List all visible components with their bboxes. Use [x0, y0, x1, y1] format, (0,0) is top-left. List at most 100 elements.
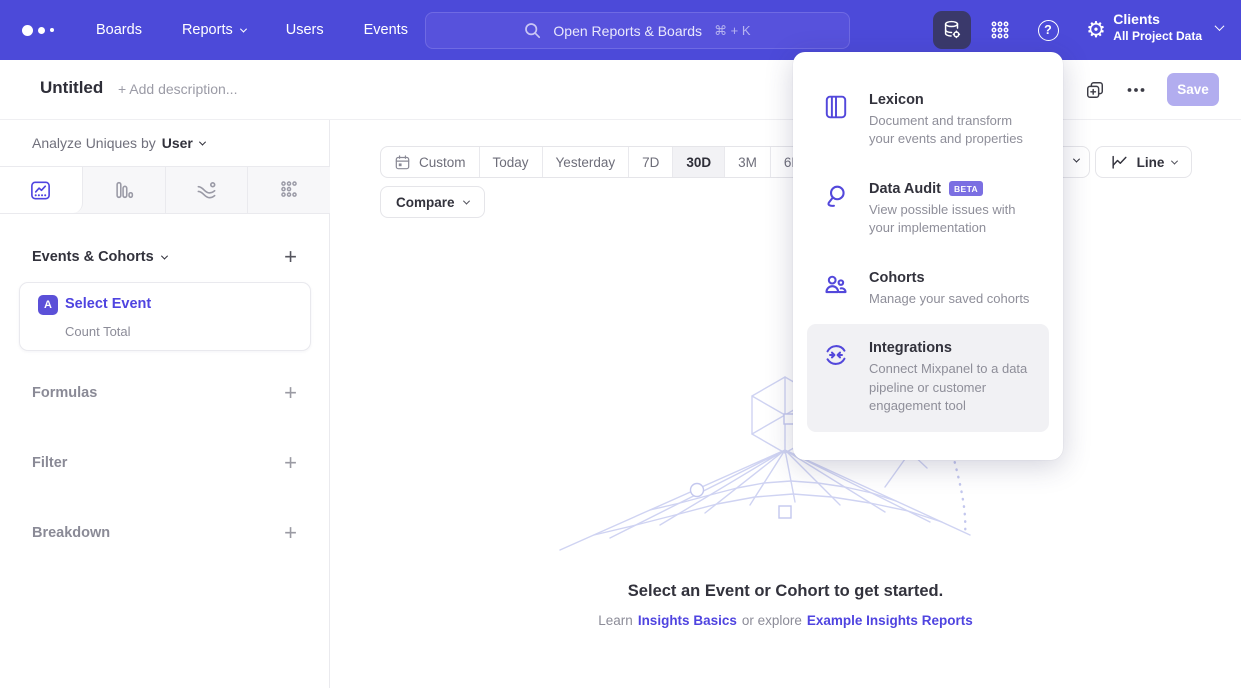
- event-aggregation-label[interactable]: Count Total: [65, 324, 131, 339]
- help-button[interactable]: ?: [1029, 11, 1067, 49]
- project-switcher[interactable]: Clients All Project Data: [1113, 11, 1223, 44]
- nav-label: Users: [286, 22, 324, 38]
- breakdown-label: Breakdown: [32, 525, 110, 541]
- add-description-field[interactable]: + Add description...: [118, 81, 237, 97]
- grid-icon: [989, 19, 1011, 41]
- select-event-label[interactable]: Select Event: [65, 296, 151, 312]
- date-range-7d[interactable]: 7D: [629, 147, 673, 177]
- menu-item-data-audit[interactable]: Data Audit BETA View possible issues wit…: [807, 165, 1049, 254]
- date-range-label: Custom: [419, 155, 466, 170]
- analyze-row: Analyze Uniques by User: [32, 135, 205, 151]
- apps-grid-button[interactable]: [981, 11, 1019, 49]
- menu-item-title: Integrations: [869, 340, 952, 356]
- nav-item-events[interactable]: Events: [364, 22, 408, 38]
- date-range-label: Today: [493, 155, 529, 170]
- nav-item-users[interactable]: Users: [286, 22, 324, 38]
- report-title[interactable]: Untitled: [40, 78, 103, 98]
- chevron-down-icon: [462, 197, 469, 204]
- help-icon: ?: [1038, 20, 1059, 41]
- duplicate-icon: [1085, 80, 1105, 100]
- tab-insights-line[interactable]: [0, 167, 83, 213]
- top-navigation-bar: Boards Reports Users Events Open Reports…: [0, 0, 1241, 60]
- tab-bar-chart[interactable]: [83, 167, 166, 213]
- calendar-icon: [394, 154, 411, 171]
- database-gear-icon: [941, 19, 963, 41]
- date-range-label: Yesterday: [556, 155, 616, 170]
- mixpanel-logo[interactable]: [22, 25, 54, 36]
- analyze-label: Analyze Uniques by: [32, 135, 156, 151]
- chart-area: Custom Today Yesterday 7D 30D 3M 6M Comp…: [330, 120, 1241, 688]
- global-search-input[interactable]: Open Reports & Boards ⌘ + K: [425, 12, 850, 49]
- more-options-button[interactable]: [1127, 87, 1145, 93]
- ellipsis-icon: [1127, 87, 1145, 93]
- nav-label: Events: [364, 22, 408, 38]
- beta-badge: BETA: [949, 181, 983, 196]
- nav-item-boards[interactable]: Boards: [96, 22, 142, 38]
- empty-state-subtitle: Learn Insights Basics or explore Example…: [330, 613, 1241, 628]
- events-cohorts-dropdown[interactable]: Events & Cohorts: [32, 249, 167, 265]
- primary-nav: Boards Reports Users Events: [96, 22, 408, 38]
- menu-item-description: Connect Mixpanel to a data pipeline or c…: [869, 360, 1033, 415]
- add-event-button[interactable]: +: [284, 246, 297, 268]
- add-filter-button[interactable]: +: [284, 452, 297, 474]
- lexicon-book-icon: [823, 92, 850, 149]
- data-audit-magnifier-icon: [823, 181, 850, 238]
- tab-flow-chart[interactable]: [166, 167, 249, 213]
- add-formula-button[interactable]: +: [284, 382, 297, 404]
- chevron-down-icon: [199, 138, 206, 145]
- chart-style-dropdown[interactable]: Line: [1095, 146, 1192, 178]
- topbar-icon-group: ? ⚙: [933, 11, 1115, 49]
- menu-item-integrations[interactable]: Integrations Connect Mixpanel to a data …: [807, 324, 1049, 431]
- date-range-today[interactable]: Today: [480, 147, 543, 177]
- date-range-30d[interactable]: 30D: [673, 147, 725, 177]
- insights-basics-link[interactable]: Insights Basics: [638, 613, 737, 628]
- menu-item-cohorts[interactable]: Cohorts Manage your saved cohorts: [807, 254, 1049, 324]
- search-icon: [524, 22, 541, 39]
- project-name: All Project Data: [1113, 29, 1202, 44]
- menu-item-title: Cohorts: [869, 270, 925, 286]
- integrations-sync-icon: [823, 340, 850, 415]
- query-builder-sidebar: Analyze Uniques by User: [0, 120, 330, 688]
- menu-item-title: Data Audit: [869, 181, 941, 197]
- compare-label: Compare: [396, 195, 455, 210]
- search-shortcut: ⌘ + K: [714, 23, 751, 39]
- data-management-button[interactable]: [933, 11, 971, 49]
- compare-dropdown[interactable]: Compare: [380, 186, 485, 218]
- data-management-menu: Lexicon Document and transform your even…: [793, 52, 1063, 460]
- settings-button[interactable]: ⚙: [1077, 11, 1115, 49]
- date-range-label: 30D: [686, 155, 711, 170]
- chevron-down-icon: [1215, 21, 1225, 31]
- events-cohorts-label: Events & Cohorts: [32, 249, 154, 265]
- duplicate-button[interactable]: [1085, 80, 1105, 100]
- menu-item-title: Lexicon: [869, 92, 924, 108]
- date-range-yesterday[interactable]: Yesterday: [543, 147, 630, 177]
- save-button[interactable]: Save: [1167, 73, 1219, 106]
- line-chart-icon: [1110, 153, 1129, 172]
- menu-item-lexicon[interactable]: Lexicon Document and transform your even…: [807, 76, 1049, 165]
- gear-icon: ⚙: [1086, 19, 1106, 41]
- chevron-down-icon: [161, 252, 168, 259]
- event-card[interactable]: A Select Event Count Total: [19, 282, 311, 351]
- date-range-custom[interactable]: Custom: [381, 147, 480, 177]
- add-breakdown-button[interactable]: +: [284, 522, 297, 544]
- chevron-down-icon: [240, 25, 247, 32]
- example-reports-link[interactable]: Example Insights Reports: [807, 613, 973, 628]
- date-range-3m[interactable]: 3M: [725, 147, 771, 177]
- empty-state-title: Select an Event or Cohort to get started…: [330, 582, 1241, 601]
- analyze-by-dropdown[interactable]: User: [162, 135, 205, 151]
- nav-item-reports[interactable]: Reports: [182, 22, 246, 38]
- chevron-down-icon: [1073, 156, 1080, 163]
- date-range-control: Custom Today Yesterday 7D 30D 3M 6M: [380, 146, 817, 178]
- metrics-dots-icon: [278, 179, 300, 201]
- tab-metrics-grid[interactable]: [248, 167, 330, 213]
- line-chart-icon: [29, 179, 52, 202]
- events-cohorts-header: Events & Cohorts +: [32, 246, 297, 268]
- menu-item-description: Document and transform your events and p…: [869, 112, 1033, 149]
- formulas-label: Formulas: [32, 385, 97, 401]
- menu-item-description: View possible issues with your implement…: [869, 201, 1033, 238]
- org-name: Clients: [1113, 11, 1202, 29]
- filter-section: Filter +: [32, 452, 297, 474]
- analyze-value: User: [162, 135, 193, 151]
- nav-label: Reports: [182, 22, 233, 38]
- nav-label: Boards: [96, 22, 142, 38]
